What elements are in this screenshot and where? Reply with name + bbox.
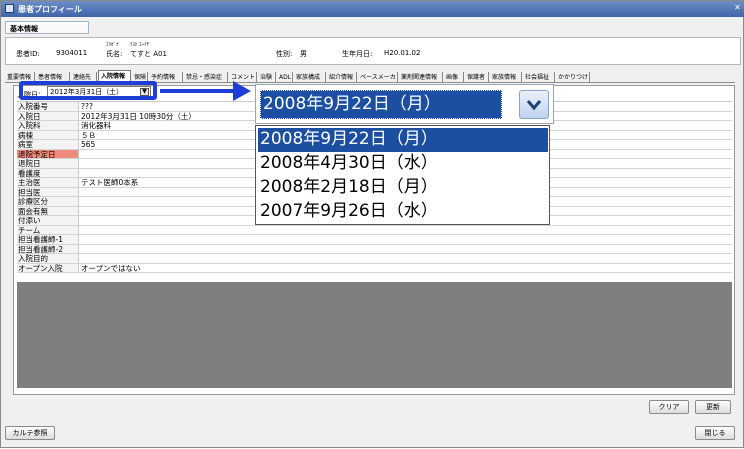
row-label: 診療区分 bbox=[17, 197, 79, 206]
row-value[interactable]: 565 bbox=[81, 140, 95, 149]
row-label: 付添い bbox=[17, 216, 79, 225]
tab-14[interactable]: 画像 bbox=[444, 72, 464, 83]
row-value[interactable]: オープンではない bbox=[81, 264, 141, 273]
row-label: 担当看護師-1 bbox=[17, 235, 79, 244]
row-label: 病棟 bbox=[17, 130, 79, 139]
row-value[interactable]: テスト医師0本系 bbox=[81, 178, 138, 187]
row-value[interactable]: ５Ｂ bbox=[81, 131, 96, 140]
close-button[interactable]: 閉じる bbox=[695, 426, 735, 440]
close-icon[interactable]: ✕ bbox=[732, 3, 743, 14]
row-value[interactable]: ??? bbox=[81, 102, 93, 111]
row-label: 退院日 bbox=[17, 159, 79, 168]
zoomed-date-value: 2008年9月22日（月） bbox=[260, 90, 502, 119]
patient-id: 9304011 bbox=[56, 49, 88, 57]
clear-button[interactable]: クリア bbox=[649, 400, 689, 414]
zoomed-dropdown-button[interactable] bbox=[519, 90, 549, 119]
section-label: 基本情報 bbox=[5, 21, 89, 34]
patient-name: てすと A01 bbox=[130, 50, 167, 58]
row-label: 入院番号 bbox=[17, 102, 79, 111]
table-row: チーム bbox=[17, 225, 732, 235]
date-option[interactable]: 2008年9月22日（月） bbox=[258, 128, 548, 152]
row-label: 担当看護師-2 bbox=[17, 244, 79, 253]
table-row: 担当看護師-2 bbox=[17, 244, 732, 254]
tab-17[interactable]: 社会福祉 bbox=[523, 72, 555, 83]
furigana: ﾃｽﾄ ｴｰｲﾁ bbox=[130, 42, 150, 48]
row-value[interactable]: 消化器科 bbox=[81, 121, 111, 130]
date-option[interactable]: 2008年4月30日（水） bbox=[258, 152, 548, 176]
arrow-right-icon bbox=[233, 81, 251, 101]
row-label: 担当医 bbox=[17, 187, 79, 196]
row-label: オープン入院 bbox=[17, 263, 79, 272]
window-title: 患者プロフィール bbox=[18, 5, 82, 14]
tab-8[interactable]: 治験 bbox=[258, 72, 276, 83]
row-label: 入院日 bbox=[17, 111, 79, 120]
patient-dob: H20.01.02 bbox=[384, 49, 421, 57]
chevron-down-icon bbox=[526, 100, 542, 111]
tab-12[interactable]: ペースメーカ bbox=[358, 72, 398, 83]
patient-profile-window: 患者プロフィール ✕ 基本情報 患者ID: 9304011 ﾌﾘｶﾞﾅ ﾃｽﾄ … bbox=[0, 0, 744, 448]
patient-info-panel: 患者ID: 9304011 ﾌﾘｶﾞﾅ ﾃｽﾄ ｴｰｲﾁ 氏名: てすと A01… bbox=[5, 37, 741, 65]
row-label: 主治医 bbox=[17, 178, 79, 187]
title-bar: 患者プロフィール ✕ bbox=[1, 1, 744, 17]
row-label: 入院目的 bbox=[17, 254, 79, 263]
patient-id-label: 患者ID: bbox=[16, 50, 40, 58]
dob-label: 生年月日: bbox=[342, 50, 373, 58]
furigana-label: ﾌﾘｶﾞﾅ bbox=[106, 42, 119, 48]
row-label: 退院予定日 bbox=[17, 149, 79, 158]
zoomed-date-combo[interactable]: 2008年9月22日（月） bbox=[255, 84, 554, 124]
row-label: 入院科 bbox=[17, 121, 79, 130]
update-button[interactable]: 更新 bbox=[695, 400, 731, 414]
sex-label: 性別: bbox=[276, 50, 293, 58]
karte-button[interactable]: カルテ参照 bbox=[5, 426, 55, 440]
tab-10[interactable]: 家族構成 bbox=[294, 72, 326, 83]
callout-arrow-line bbox=[160, 89, 236, 93]
patient-sex: 男 bbox=[300, 50, 307, 58]
date-option[interactable]: 2008年2月18日（月） bbox=[258, 176, 548, 200]
row-label: 面会有無 bbox=[17, 206, 79, 215]
tab-13[interactable]: 薬剤関連情報 bbox=[399, 72, 443, 83]
app-icon bbox=[5, 4, 14, 13]
row-label: 看護度 bbox=[17, 168, 79, 177]
row-value[interactable]: 2012年3月31日 10時30分（土） bbox=[81, 112, 196, 121]
table-row: オープン入院 オープンではない bbox=[17, 263, 732, 273]
highlight-box bbox=[19, 81, 157, 100]
tab-9[interactable]: ADL bbox=[277, 72, 293, 83]
empty-area bbox=[17, 282, 732, 388]
tab-11[interactable]: 紹介情報 bbox=[327, 72, 357, 83]
table-row: 入院目的 bbox=[17, 254, 732, 264]
tab-6[interactable]: 禁忌・感染症 bbox=[184, 72, 228, 83]
tab-15[interactable]: 保護者 bbox=[465, 72, 489, 83]
tab-16[interactable]: 家族情報 bbox=[490, 72, 522, 83]
zoomed-date-list: 2008年9月22日（月） 2008年4月30日（水） 2008年2月18日（月） 2… bbox=[255, 125, 550, 225]
name-label: 氏名: bbox=[106, 50, 123, 58]
footer-bar: カルテ参照 閉じる bbox=[1, 417, 744, 449]
table-row: 担当看護師-1 bbox=[17, 235, 732, 245]
date-option[interactable]: 2007年9月26日（水） bbox=[258, 200, 548, 224]
tab-18[interactable]: かかりつけ bbox=[556, 72, 590, 83]
row-label: 病室 bbox=[17, 140, 79, 149]
row-label: チーム bbox=[17, 225, 79, 234]
